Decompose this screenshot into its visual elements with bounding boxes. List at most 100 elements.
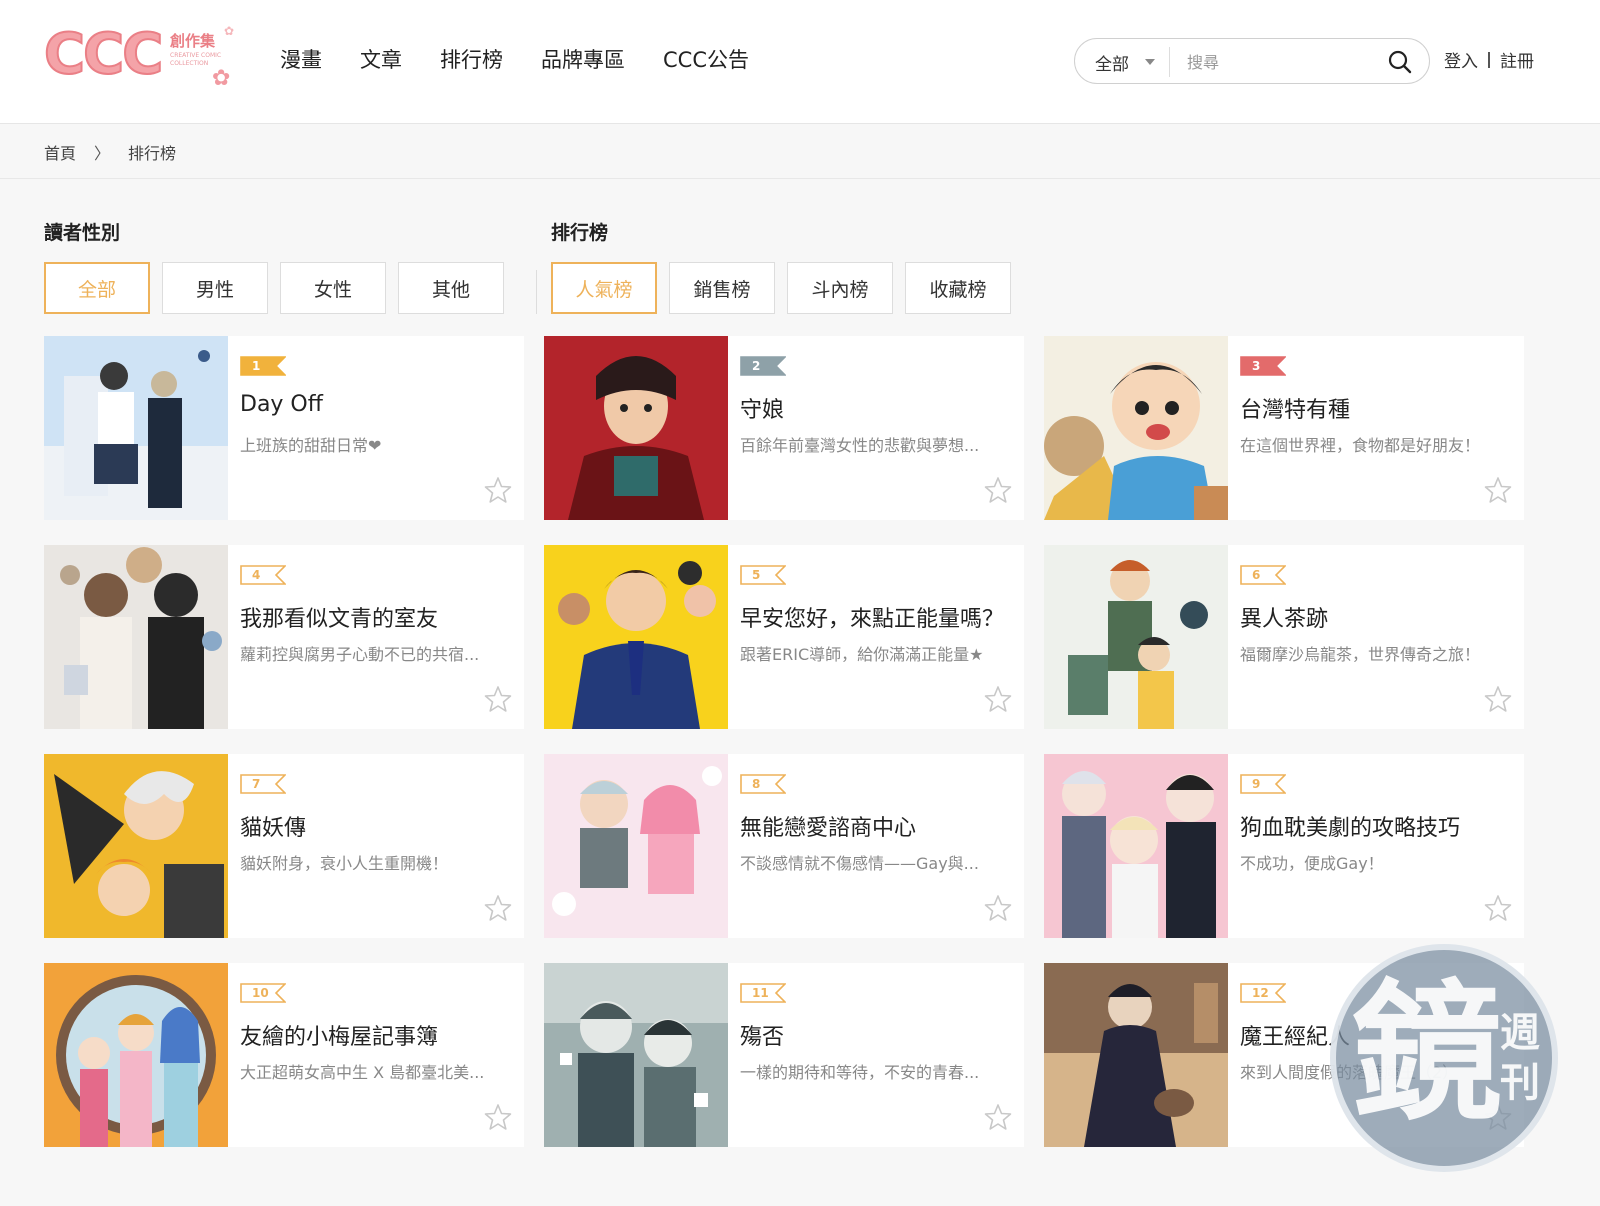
cover-illustration (1044, 963, 1228, 1147)
comic-cover-image[interactable] (1044, 545, 1228, 729)
search-bar: 全部 (1074, 38, 1430, 84)
ribbon-icon (740, 565, 786, 585)
comic-cover-image[interactable] (44, 336, 228, 520)
comic-card[interactable]: 6 異人茶跡 福爾摩沙烏龍茶，世界傳奇之旅！ (1044, 545, 1524, 729)
auth-separator (1488, 51, 1490, 68)
comic-cover-image[interactable] (544, 545, 728, 729)
favorite-star-icon[interactable] (1484, 685, 1512, 713)
cover-illustration (544, 754, 728, 938)
nav-comics[interactable]: 漫畫 (280, 44, 322, 76)
comic-description: 不成功，便成Gay！ (1240, 854, 1384, 873)
comic-title[interactable]: 異人茶跡 (1240, 601, 1328, 633)
cover-illustration (44, 754, 228, 938)
comic-description: 福爾摩沙烏龍茶，世界傳奇之旅！ (1240, 645, 1481, 664)
rank-ribbon (1240, 565, 1286, 585)
rank-number: 11 (752, 986, 769, 1000)
comic-title[interactable]: 無能戀愛諮商中心 (740, 810, 916, 842)
rank-ribbon (240, 565, 286, 585)
favorite-star-icon[interactable] (1484, 476, 1512, 504)
nav-ranking[interactable]: 排行榜 (440, 44, 503, 76)
breadcrumb-divider (0, 178, 1600, 179)
gender-all-button[interactable]: 全部 (44, 262, 150, 314)
chevron-down-icon[interactable] (1145, 59, 1155, 65)
comic-card[interactable]: 8 無能戀愛諮商中心 不談感情就不傷感情——Gay與... (544, 754, 1024, 938)
rank-favorites-button[interactable]: 收藏榜 (905, 262, 1011, 314)
comic-cover-image[interactable] (1044, 754, 1228, 938)
favorite-star-icon[interactable] (484, 894, 512, 922)
comic-description: 蘿莉控與腐男子心動不已的共宿... (240, 645, 480, 664)
filter-divider (536, 270, 537, 314)
cover-illustration (544, 336, 728, 520)
site-logo[interactable]: CCC 創作集 CREATIVE COMIC COLLECTION ✿ ✿ (43, 21, 235, 92)
comic-card[interactable]: 1 Day Off 上班族的甜甜日常❤ (44, 336, 524, 520)
comic-description: 貓妖附身，衰小人生重開機！ (240, 854, 449, 873)
rank-ribbon (1240, 356, 1286, 376)
comic-cover-image[interactable] (44, 754, 228, 938)
comic-title[interactable]: 台灣特有種 (1240, 392, 1350, 424)
comic-title[interactable]: Day Off (240, 392, 323, 417)
breadcrumb-home[interactable]: 首頁 (44, 140, 76, 164)
sakura-icon: ✿ (212, 66, 231, 91)
ribbon-icon (740, 774, 786, 794)
sakura-small-icon: ✿ (224, 24, 235, 38)
favorite-star-icon[interactable] (984, 894, 1012, 922)
comic-card[interactable]: 2 守娘百餘年前臺灣女性的悲歡與夢想... (544, 336, 1024, 520)
favorite-star-icon[interactable] (984, 1103, 1012, 1131)
nav-articles[interactable]: 文章 (360, 44, 402, 76)
comic-cover-image[interactable] (44, 545, 228, 729)
favorite-star-icon[interactable] (984, 476, 1012, 504)
comic-title[interactable]: 早安您好，來點正能量嗎？ (740, 601, 1004, 633)
favorite-star-icon[interactable] (984, 685, 1012, 713)
cover-illustration (44, 545, 228, 729)
comic-card[interactable]: 4 我那看似文青的室友 蘿莉控與腐男子心動不已的共宿... (44, 545, 524, 729)
rank-number: 2 (752, 359, 761, 373)
cover-illustration (544, 963, 728, 1147)
cover-illustration (1044, 545, 1228, 729)
comic-card[interactable]: 3 台灣特有種 在這個世界裡，食物都是好朋友！ (1044, 336, 1524, 520)
ribbon-icon (240, 774, 286, 794)
comic-cover-image[interactable] (1044, 336, 1228, 520)
register-link[interactable]: 註冊 (1500, 47, 1534, 72)
nav-announcements[interactable]: CCC公告 (663, 44, 749, 76)
comic-description: 不談感情就不傷感情——Gay與... (740, 854, 979, 873)
comic-cover-image[interactable] (44, 963, 228, 1147)
comic-description: 在這個世界裡，食物都是好朋友！ (1240, 436, 1481, 455)
login-link[interactable]: 登入 (1444, 47, 1478, 72)
comic-title[interactable]: 殤否 (740, 1019, 784, 1051)
comic-title[interactable]: 我那看似文青的室友 (240, 601, 438, 633)
rank-sales-button[interactable]: 銷售榜 (669, 262, 775, 314)
comic-card[interactable]: 11 殤否 一樣的期待和等待，不安的青春... (544, 963, 1024, 1147)
comic-title[interactable]: 守娘 (740, 392, 784, 424)
gender-female-button[interactable]: 女性 (280, 262, 386, 314)
comic-cover-image[interactable] (544, 336, 728, 520)
cover-illustration (44, 336, 228, 520)
comic-title[interactable]: 狗血耽美劇的攻略技巧 (1240, 810, 1460, 842)
favorite-star-icon[interactable] (484, 1103, 512, 1131)
search-icon[interactable] (1387, 49, 1413, 75)
ribbon-icon (1240, 774, 1286, 794)
logo-text: CCC (43, 21, 164, 88)
favorite-star-icon[interactable] (484, 685, 512, 713)
rank-popular-button[interactable]: 人氣榜 (551, 262, 657, 314)
rank-ribbon (240, 356, 286, 376)
comic-card[interactable]: 7 貓妖傳 貓妖附身，衰小人生重開機！ (44, 754, 524, 938)
comic-card[interactable]: 10 友繪的小梅屋記事簿 大正超萌女高中生 X 島都臺北美... (44, 963, 524, 1147)
search-scope-select[interactable]: 全部 (1095, 50, 1129, 75)
nav-brands[interactable]: 品牌專區 (541, 44, 625, 76)
comic-title[interactable]: 友繪的小梅屋記事簿 (240, 1019, 438, 1051)
comic-card[interactable]: 9 狗血耽美劇的攻略技巧 不成功，便成Gay！ (1044, 754, 1524, 938)
comic-card[interactable]: 5 早安您好，來點正能量嗎？ 跟著ERIC導師，給你滿滿正能量★ (544, 545, 1024, 729)
comic-description: 百餘年前臺灣女性的悲歡與夢想... (740, 436, 980, 455)
gender-male-button[interactable]: 男性 (162, 262, 268, 314)
comic-cover-image[interactable] (1044, 963, 1228, 1147)
gender-other-button[interactable]: 其他 (398, 262, 504, 314)
search-input[interactable] (1187, 48, 1367, 76)
comic-title[interactable]: 貓妖傳 (240, 810, 306, 842)
comic-cover-image[interactable] (544, 754, 728, 938)
comic-cover-image[interactable] (544, 963, 728, 1147)
favorite-star-icon[interactable] (1484, 894, 1512, 922)
favorite-star-icon[interactable] (484, 476, 512, 504)
search-divider (1169, 47, 1170, 77)
gender-filter-group: 全部 男性 女性 其他 (44, 262, 504, 314)
rank-donate-button[interactable]: 斗內榜 (787, 262, 893, 314)
